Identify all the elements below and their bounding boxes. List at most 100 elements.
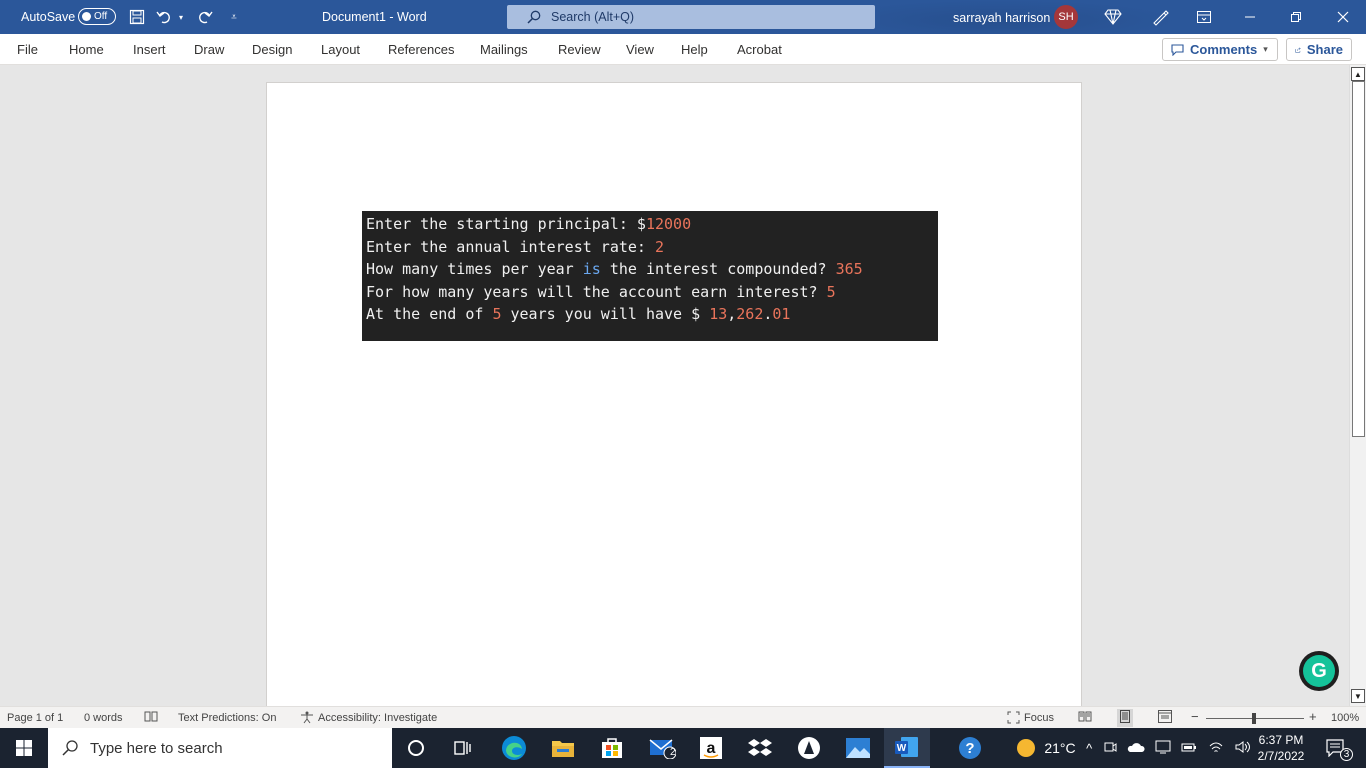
- battery-icon[interactable]: [1181, 741, 1197, 756]
- proofing-icon[interactable]: [144, 710, 158, 726]
- customize-toolbar-icon[interactable]: ⩡: [224, 7, 244, 27]
- svg-text:a: a: [707, 740, 716, 757]
- meet-now-icon[interactable]: [1103, 740, 1117, 757]
- microsoft-store-icon[interactable]: [592, 728, 632, 768]
- console-line: At the end of 5 years you will have $ 13…: [366, 303, 934, 326]
- tab-acrobat[interactable]: Acrobat: [737, 42, 782, 57]
- page-count[interactable]: Page 1 of 1: [7, 712, 63, 724]
- comment-icon: [1171, 43, 1184, 56]
- zoom-level[interactable]: 100%: [1331, 712, 1359, 724]
- designer-pen-icon[interactable]: [1150, 7, 1170, 27]
- print-layout-icon[interactable]: [1117, 709, 1133, 727]
- photos-icon[interactable]: [838, 728, 878, 768]
- comments-button[interactable]: Comments ▾: [1162, 38, 1278, 61]
- chevron-up-icon[interactable]: ^: [1086, 741, 1092, 756]
- document-page[interactable]: Enter the starting principal: $12000 Ente…: [266, 82, 1082, 706]
- pasted-console-output: Enter the starting principal: $12000 Ente…: [362, 211, 938, 341]
- windows-logo-icon: [16, 740, 32, 756]
- undo-icon[interactable]: [155, 7, 175, 27]
- tab-file[interactable]: File: [17, 42, 38, 57]
- search-box[interactable]: Search (Alt+Q): [507, 5, 875, 29]
- weather-temperature: 21°C: [1044, 740, 1076, 756]
- minimize-icon[interactable]: [1240, 7, 1260, 27]
- word-taskbar-icon[interactable]: W: [884, 728, 930, 768]
- zoom-slider-thumb[interactable]: [1252, 713, 1256, 724]
- app-shield-icon[interactable]: [789, 728, 829, 768]
- scroll-down-icon[interactable]: ▼: [1351, 689, 1365, 703]
- search-icon: [62, 740, 78, 756]
- tab-mailings[interactable]: Mailings: [480, 42, 528, 57]
- autosave-label: AutoSave: [21, 10, 76, 24]
- dropbox-icon[interactable]: [740, 728, 780, 768]
- volume-icon[interactable]: [1234, 740, 1252, 757]
- weather-widget[interactable]: 21°C: [1008, 728, 1084, 768]
- document-canvas[interactable]: Enter the starting principal: $12000 Ente…: [0, 65, 1349, 706]
- tab-insert[interactable]: Insert: [133, 42, 166, 57]
- autosave-toggle[interactable]: Off: [78, 8, 116, 25]
- share-label: Share: [1306, 42, 1343, 57]
- console-line: Enter the starting principal: $12000: [366, 213, 934, 236]
- console-text: the interest compounded?: [600, 260, 836, 278]
- task-view-icon[interactable]: [443, 728, 483, 768]
- share-button[interactable]: Share: [1286, 38, 1352, 61]
- help-icon[interactable]: ?: [950, 728, 990, 768]
- tab-view[interactable]: View: [626, 42, 654, 57]
- tab-layout[interactable]: Layout: [321, 42, 360, 57]
- tab-references[interactable]: References: [388, 42, 454, 57]
- grammarly-button[interactable]: G: [1299, 651, 1339, 691]
- console-text: At the end of: [366, 305, 493, 323]
- tab-draw[interactable]: Draw: [194, 42, 224, 57]
- read-mode-icon[interactable]: [1078, 710, 1092, 726]
- tab-review[interactable]: Review: [558, 42, 601, 57]
- scroll-up-icon[interactable]: ▲: [1351, 67, 1365, 81]
- restore-icon[interactable]: [1286, 7, 1306, 27]
- avatar[interactable]: SH: [1054, 5, 1078, 29]
- zoom-in-button[interactable]: +: [1309, 709, 1317, 724]
- vertical-scrollbar[interactable]: ▲ ▼: [1349, 65, 1366, 706]
- save-icon[interactable]: [127, 7, 147, 27]
- undo-dropdown-icon[interactable]: ▾: [175, 7, 187, 27]
- tab-home[interactable]: Home: [69, 42, 104, 57]
- start-button[interactable]: [0, 728, 48, 768]
- tab-help[interactable]: Help: [681, 42, 708, 57]
- console-text: For how many years will the account earn…: [366, 282, 827, 301]
- notifications-button[interactable]: 3: [1318, 728, 1354, 768]
- accessibility-status[interactable]: Accessibility: Investigate: [318, 712, 437, 724]
- user-name[interactable]: sarrayah harrison: [953, 11, 1050, 25]
- console-text: Enter the annual interest rate:: [366, 237, 655, 256]
- tab-design[interactable]: Design: [252, 42, 292, 57]
- amazon-icon[interactable]: a: [691, 728, 731, 768]
- word-count[interactable]: 0 words: [84, 712, 123, 724]
- focus-button[interactable]: Focus: [1024, 712, 1054, 724]
- focus-icon: [1007, 711, 1020, 727]
- mail-icon[interactable]: 2: [642, 728, 682, 768]
- text-predictions[interactable]: Text Predictions: On: [178, 712, 276, 724]
- console-number: 262: [736, 305, 764, 323]
- scroll-thumb[interactable]: [1352, 81, 1365, 437]
- console-number: 365: [835, 260, 863, 278]
- clock-time: 6:37 PM: [1258, 733, 1304, 747]
- web-layout-icon[interactable]: [1158, 710, 1172, 726]
- comments-label: Comments: [1190, 42, 1258, 57]
- diamond-icon[interactable]: [1103, 7, 1123, 27]
- ribbon-display-icon[interactable]: [1194, 7, 1214, 27]
- toggle-knob: [82, 12, 91, 21]
- cortana-icon[interactable]: [396, 728, 436, 768]
- zoom-out-button[interactable]: −: [1191, 709, 1199, 724]
- svg-text:W: W: [897, 743, 907, 754]
- close-icon[interactable]: [1333, 7, 1353, 27]
- file-explorer-icon[interactable]: [543, 728, 583, 768]
- mail-badge: 2: [670, 747, 676, 758]
- display-icon[interactable]: [1155, 740, 1171, 757]
- console-line: For how many years will the account earn…: [366, 281, 934, 304]
- taskbar-search-box[interactable]: Type here to search: [48, 728, 392, 768]
- console-keyword: is: [582, 260, 601, 278]
- wifi-icon[interactable]: [1208, 740, 1224, 757]
- clock[interactable]: 6:37 PM 2/7/2022: [1254, 728, 1308, 768]
- system-tray: ^: [1084, 728, 1254, 768]
- redo-icon[interactable]: [195, 7, 215, 27]
- onedrive-icon[interactable]: [1127, 741, 1145, 756]
- console-text: How many times per year: [366, 260, 583, 278]
- edge-icon[interactable]: [494, 728, 534, 768]
- search-icon: [527, 10, 541, 24]
